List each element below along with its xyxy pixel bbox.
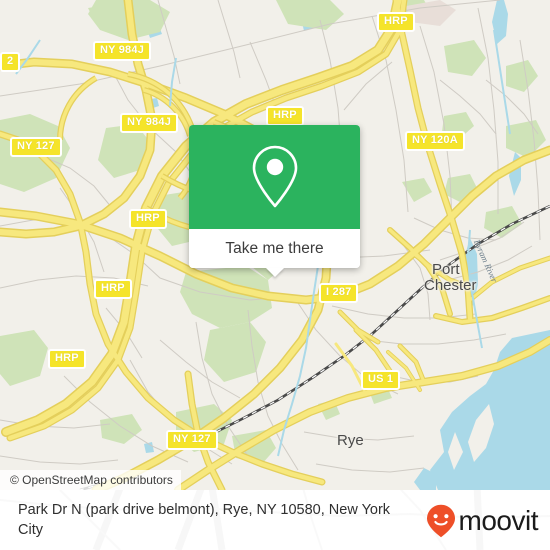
footer-bar: Park Dr N (park drive belmont), Rye, NY … — [0, 490, 550, 550]
moovit-brand[interactable]: moovit — [426, 504, 539, 538]
map-canvas[interactable]: 2 NY 984J HRP NY 984J HRP NY 120A NY 127 HRP HRP… — [0, 0, 550, 490]
highway-shield: NY 984J — [93, 41, 152, 61]
highway-shield: HRP — [377, 12, 415, 32]
moovit-smiley-pin-icon — [426, 504, 455, 538]
highway-shield: NY 127 — [10, 137, 62, 157]
place-label: Rye — [337, 432, 364, 449]
highway-shield: HRP — [48, 349, 86, 369]
highway-shield: 2 — [0, 52, 21, 72]
moovit-wordmark: moovit — [458, 505, 539, 536]
highway-shield: US 1 — [361, 370, 401, 390]
place-label: Port — [432, 261, 460, 278]
take-me-there-label: Take me there — [225, 239, 324, 257]
highway-shield: HRP — [129, 209, 167, 229]
highway-shield: HRP — [94, 279, 132, 299]
highway-shield: NY 127 — [166, 430, 218, 450]
highway-shield: HRP — [266, 106, 304, 126]
location-title: Park Dr N (park drive belmont), Rye, NY … — [18, 502, 391, 538]
location-pin-icon — [252, 145, 297, 208]
map-attribution[interactable]: © OpenStreetMap contributors — [0, 470, 181, 490]
highway-shield: NY 984J — [120, 113, 179, 133]
highway-shield: NY 120A — [405, 131, 465, 151]
location-popup[interactable]: Take me there — [189, 125, 360, 277]
popup-action-bar[interactable]: Take me there — [189, 229, 360, 277]
highway-shield: I 287 — [319, 283, 359, 303]
place-label: Chester — [424, 277, 477, 294]
popup-header — [189, 125, 360, 229]
popup-tail — [265, 268, 284, 277]
map-screenshot: 2 NY 984J HRP NY 984J HRP NY 120A NY 127 HRP HRP… — [0, 0, 550, 550]
